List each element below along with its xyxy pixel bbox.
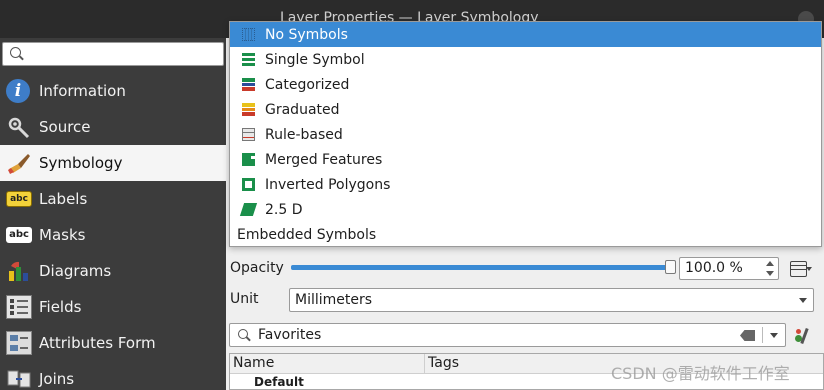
inverted-polygons-icon xyxy=(242,178,255,191)
opacity-slider-handle[interactable] xyxy=(665,260,676,274)
categorized-icon xyxy=(242,78,255,91)
graduated-icon xyxy=(242,103,255,116)
renderer-option-categorized[interactable]: Categorized xyxy=(230,72,821,97)
no-symbols-icon xyxy=(242,28,255,41)
opacity-spinbox[interactable]: 100.0 % xyxy=(679,257,779,280)
sidebar-item-label: Joins xyxy=(39,370,75,388)
rule-based-icon xyxy=(242,128,255,141)
row-name: Default xyxy=(254,375,304,389)
clear-icon[interactable] xyxy=(740,330,755,341)
column-header-name[interactable]: Name xyxy=(233,355,274,371)
symbol-group-filter-value: Favorites xyxy=(258,327,322,343)
sidebar-search-box[interactable] xyxy=(2,42,224,66)
search-icon xyxy=(10,47,21,58)
column-header-tags[interactable]: Tags xyxy=(428,355,459,371)
opacity-value: 100.0 % xyxy=(685,260,743,276)
sidebar-item-information[interactable]: i Information xyxy=(0,73,226,109)
renderer-option-2-5d[interactable]: 2.5 D xyxy=(230,197,821,222)
properties-sidebar: i Information Source Symbology abc Label… xyxy=(0,38,226,390)
sidebar-item-label: Source xyxy=(39,118,91,136)
sidebar-item-diagrams[interactable]: Diagrams xyxy=(0,253,226,289)
symbology-paintbrush-icon xyxy=(6,151,32,175)
opacity-slider[interactable] xyxy=(291,260,676,274)
unit-label: Unit xyxy=(230,291,259,307)
option-label: Embedded Symbols xyxy=(237,226,377,243)
option-label: Graduated xyxy=(265,101,340,118)
column-separator[interactable] xyxy=(424,354,425,374)
sidebar-item-attributes-form[interactable]: Attributes Form xyxy=(0,325,226,361)
option-label: 2.5 D xyxy=(265,201,303,218)
option-label: No Symbols xyxy=(265,26,348,43)
masks-abc-icon: abc xyxy=(6,227,32,243)
spin-down-icon[interactable] xyxy=(766,271,774,276)
fields-icon xyxy=(6,295,32,319)
renderer-option-rule-based[interactable]: Rule-based xyxy=(230,122,821,147)
sidebar-item-label: Symbology xyxy=(39,154,123,172)
renderer-option-single-symbol[interactable]: Single Symbol xyxy=(230,47,821,72)
data-defined-override-button[interactable] xyxy=(787,257,812,279)
opacity-slider-fill xyxy=(291,265,671,270)
sidebar-item-fields[interactable]: Fields xyxy=(0,289,226,325)
diagrams-icon xyxy=(6,259,32,283)
spinbox-arrows[interactable] xyxy=(765,260,776,277)
chevron-down-icon xyxy=(799,298,807,303)
renderer-dropdown-list: No Symbols Single Symbol Categorized Gra… xyxy=(229,21,822,247)
unit-select[interactable]: Millimeters xyxy=(289,288,814,312)
unit-select-value: Millimeters xyxy=(295,292,373,308)
sidebar-item-labels[interactable]: abc Labels xyxy=(0,181,226,217)
renderer-option-merged-features[interactable]: Merged Features xyxy=(230,147,821,172)
sidebar-nav: i Information Source Symbology abc Label… xyxy=(0,73,226,390)
search-icon xyxy=(238,329,248,339)
labels-abc-icon: abc xyxy=(6,191,32,207)
sidebar-item-source[interactable]: Source xyxy=(0,109,226,145)
2-5d-icon xyxy=(239,203,258,216)
opacity-label: Opacity xyxy=(230,260,284,276)
sidebar-search-input[interactable] xyxy=(27,45,217,63)
info-icon: i xyxy=(6,79,30,103)
chevron-down-icon[interactable] xyxy=(770,333,778,338)
renderer-option-no-symbols[interactable]: No Symbols xyxy=(230,22,821,47)
spin-up-icon[interactable] xyxy=(766,261,774,266)
sidebar-item-label: Fields xyxy=(39,298,82,316)
option-label: Inverted Polygons xyxy=(265,176,391,193)
watermark: CSDN @雷动软件工作室 xyxy=(611,364,790,383)
sidebar-item-label: Information xyxy=(39,82,126,100)
renderer-option-embedded-symbols[interactable]: Embedded Symbols xyxy=(230,222,821,247)
style-manager-icon[interactable] xyxy=(793,326,813,346)
renderer-option-inverted-polygons[interactable]: Inverted Polygons xyxy=(230,172,821,197)
sidebar-item-symbology[interactable]: Symbology xyxy=(0,145,226,181)
option-label: Merged Features xyxy=(265,151,383,168)
option-label: Single Symbol xyxy=(265,51,365,68)
sidebar-item-label: Diagrams xyxy=(39,262,112,280)
sidebar-item-label: Masks xyxy=(39,226,86,244)
single-symbol-icon xyxy=(242,53,255,66)
option-label: Rule-based xyxy=(265,126,343,143)
sidebar-item-label: Attributes Form xyxy=(39,334,156,352)
sidebar-item-label: Labels xyxy=(39,190,88,208)
sidebar-item-masks[interactable]: abc Masks xyxy=(0,217,226,253)
joins-icon xyxy=(6,367,32,390)
merged-features-icon xyxy=(242,153,255,166)
symbol-group-filter[interactable]: Favorites xyxy=(229,323,786,347)
source-icon xyxy=(6,115,32,139)
attributes-form-icon xyxy=(6,331,32,355)
renderer-option-graduated[interactable]: Graduated xyxy=(230,97,821,122)
option-label: Categorized xyxy=(265,76,350,93)
combo-divider xyxy=(762,327,763,343)
sidebar-item-joins[interactable]: Joins xyxy=(0,361,226,390)
